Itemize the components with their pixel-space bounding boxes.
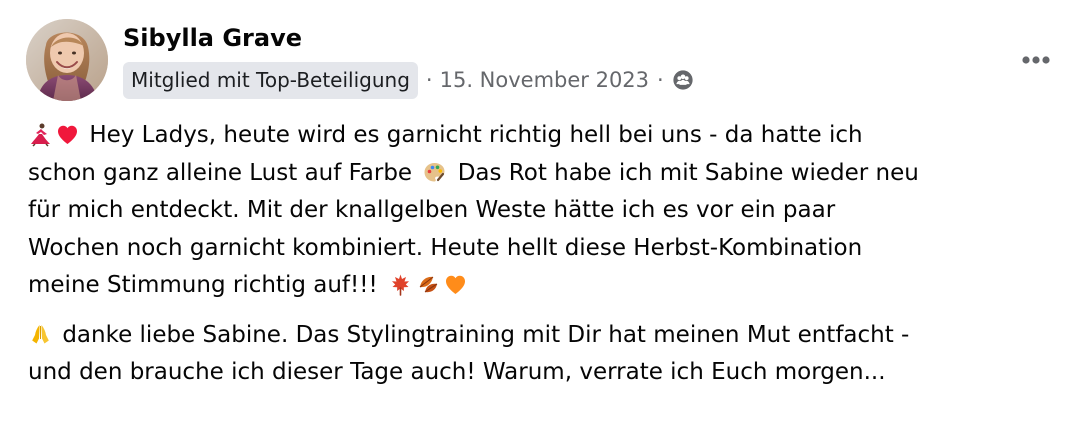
more-options-button[interactable] [1018, 42, 1054, 78]
post-paragraph-2: danke liebe Sabine. Das Stylingtraining … [28, 317, 1058, 392]
palette-icon [422, 160, 447, 185]
group-icon[interactable] [671, 68, 695, 92]
paragraph-line: und den brauche ich dieser Tage auch! Wa… [28, 359, 886, 385]
red-heart-icon [55, 122, 80, 147]
paragraph-line: Wochen noch garnicht kombiniert. Heute h… [28, 234, 863, 261]
paragraph-line: schon ganz alleine Lust auf Farbe [28, 159, 413, 186]
post-meta: Mitglied mit Top-Beteiligung · 15. Novem… [123, 61, 695, 99]
maple-leaf-icon [388, 272, 413, 297]
fallen-leaves-icon [416, 272, 441, 297]
author-name[interactable]: Sibylla Grave [123, 23, 302, 53]
author-block: Sibylla Grave Mitglied mit Top-Beteiligu… [123, 19, 994, 105]
paragraph-line: meine Stimmung richtig auf!!! [28, 272, 378, 298]
top-contributor-badge[interactable]: Mitglied mit Top-Beteiligung [123, 61, 418, 99]
post-header: Sibylla Grave Mitglied mit Top-Beteiligu… [26, 19, 1054, 105]
post-body: Hey Ladys, heute wird es garnicht richti… [28, 117, 1058, 392]
meta-separator: · [425, 68, 433, 92]
ellipsis-icon [1022, 56, 1050, 64]
paragraph-line: Das Rot habe ich mit Sabine wieder neu [457, 159, 919, 186]
post-timestamp[interactable]: 15. November 2023 [440, 68, 649, 92]
avatar[interactable] [26, 19, 108, 101]
paragraph-line: für mich entdeckt. Mit der knallgelben W… [28, 197, 836, 223]
orange-heart-icon [443, 272, 468, 297]
post-card: Sibylla Grave Mitglied mit Top-Beteiligu… [0, 0, 1078, 426]
paragraph-line: Hey Ladys, heute wird es garnicht richti… [89, 122, 863, 148]
dancer-icon [28, 122, 53, 147]
folded-hands-icon [28, 322, 53, 347]
paragraph-line: danke liebe Sabine. Das Stylingtraining … [62, 321, 910, 348]
post-paragraph-1: Hey Ladys, heute wird es garnicht richti… [28, 117, 1058, 305]
meta-separator: · [657, 68, 664, 92]
